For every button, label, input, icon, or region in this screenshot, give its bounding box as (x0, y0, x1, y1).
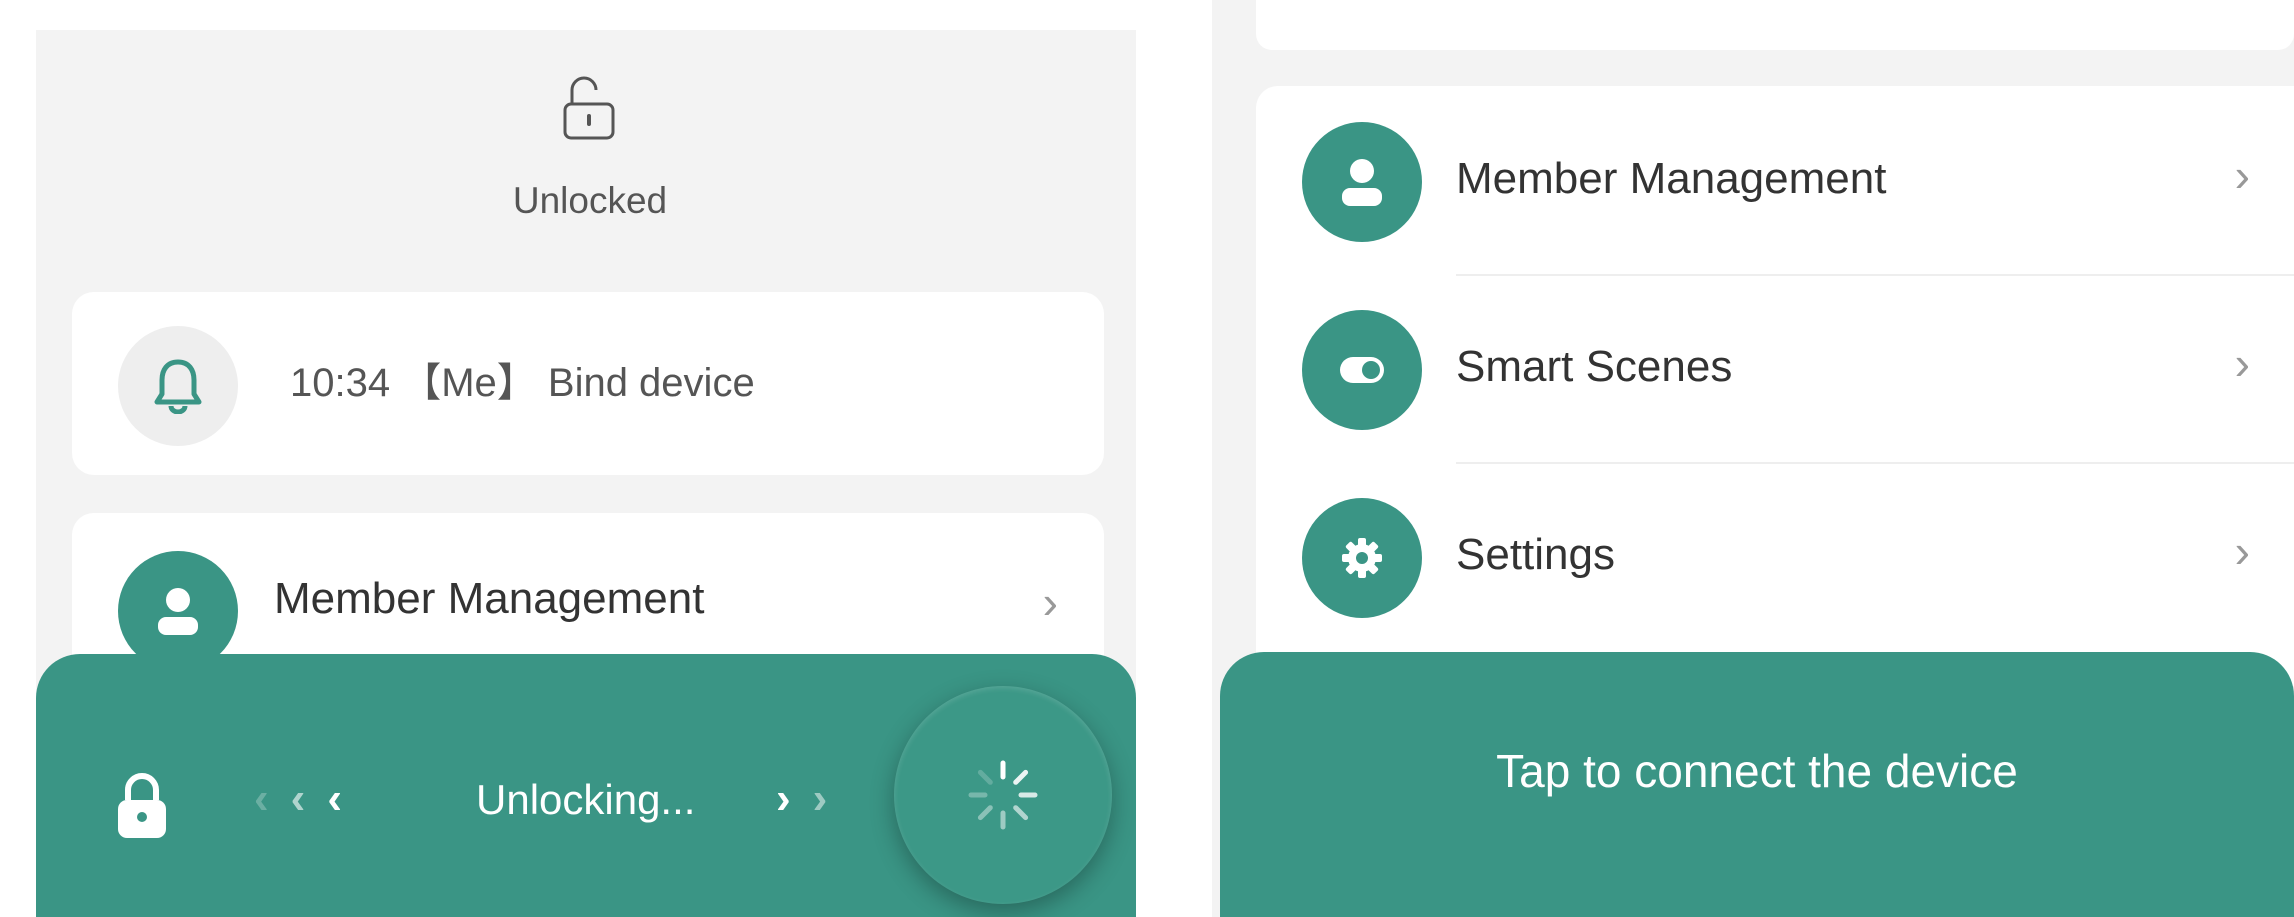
connect-device-label: Tap to connect the device (1496, 745, 2018, 797)
unlock-slider-bar[interactable]: ‹‹‹ Unlocking... ›› (36, 654, 1136, 917)
person-icon (1302, 122, 1422, 242)
bell-icon (154, 359, 202, 414)
unlocking-status-label: Unlocking... (476, 776, 696, 823)
loading-spinner-icon (968, 760, 1038, 830)
device-menu-screen: Member Management › Smart Scenes › Setti… (1212, 0, 2294, 917)
lock-control-screen: Unlocked 10:34 【Me】 Bind device Member M… (0, 0, 1170, 917)
slide-arrows-left: ‹‹‹ (254, 774, 364, 823)
gear-icon (1302, 498, 1422, 618)
top-card-edge (1256, 0, 2294, 50)
toggle-icon (1302, 310, 1422, 430)
menu-item-label: Member Management (1456, 154, 1887, 203)
chevron-right-icon: › (1042, 576, 1058, 628)
log-entry-text: 10:34 【Me】 Bind device (290, 361, 755, 405)
menu-item-member-management[interactable]: Member Management › (1256, 86, 2294, 274)
connect-device-button[interactable]: Tap to connect the device (1220, 652, 2294, 917)
person-icon (118, 551, 238, 671)
chevron-right-icon: › (2234, 149, 2250, 201)
member-management-label: Member Management (274, 574, 705, 623)
bell-icon-holder (118, 326, 238, 446)
unlock-slider-knob[interactable] (894, 686, 1112, 904)
activity-log-card[interactable]: 10:34 【Me】 Bind device (72, 292, 1104, 475)
menu-item-smart-scenes[interactable]: Smart Scenes › (1256, 274, 2294, 462)
chevron-right-icon: › (2234, 525, 2250, 577)
menu-item-label: Settings (1456, 530, 1615, 579)
padlock-icon (118, 773, 166, 838)
menu-card: Member Management › Smart Scenes › Setti… (1256, 86, 2294, 686)
menu-item-label: Smart Scenes (1456, 342, 1733, 391)
lock-status-label: Unlocked (512, 180, 668, 221)
menu-item-settings[interactable]: Settings › (1256, 462, 2294, 650)
slide-arrows-right: ›› (776, 774, 850, 823)
unlocked-padlock-icon (563, 76, 615, 140)
chevron-right-icon: › (2234, 337, 2250, 389)
